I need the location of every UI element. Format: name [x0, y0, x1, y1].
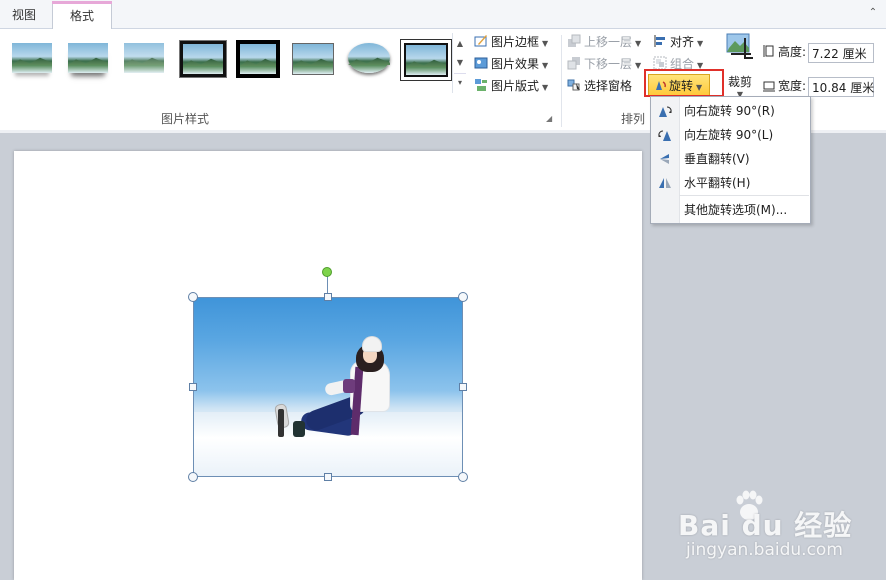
menu-separator [679, 195, 809, 196]
picture-layout-button[interactable]: 图片版式 ▼ [474, 76, 548, 96]
picture-style-thumbnail[interactable] [292, 43, 334, 75]
selection-pane-icon [567, 79, 580, 91]
send-backward-icon [567, 57, 580, 70]
resize-handle-bottom[interactable] [324, 473, 332, 481]
picture-style-thumbnail[interactable] [236, 40, 280, 78]
ribbon-tab-bar: 视图 格式 ⌃ [0, 0, 886, 30]
picture-border-button[interactable]: 图片边框 ▼ [474, 32, 548, 52]
picture-effects-button[interactable]: 图片效果 ▼ [474, 54, 548, 74]
bring-forward-icon [568, 34, 581, 47]
dropdown-arrow-icon: ▼ [697, 39, 704, 48]
bring-forward-label: 上移一层 [584, 35, 633, 49]
tab-format[interactable]: 格式 [52, 1, 112, 30]
resize-handle-right[interactable] [459, 383, 467, 391]
crop-button[interactable]: 裁剪 ▼ [722, 32, 758, 99]
width-input[interactable]: 10.84 厘米 [808, 76, 874, 97]
rotate-highlight-box [644, 69, 724, 97]
resize-handle-bottom-left[interactable] [188, 472, 198, 482]
align-label: 对齐 [670, 35, 695, 49]
picture-layout-icon [475, 79, 487, 91]
height-row: 高度: 7.22 厘米 [762, 41, 875, 63]
gallery-scrollbar: ▲ ▼ ▾ [452, 33, 467, 93]
menu-item-rotate-right-90[interactable]: 向右旋转 90°(R) [651, 99, 810, 123]
flip-horizontal-icon [659, 178, 671, 188]
gallery-more-icon[interactable]: ▾ [454, 73, 466, 92]
picture-effects-icon [474, 57, 488, 69]
gallery-scroll-up-icon[interactable]: ▲ [454, 35, 466, 53]
selection-pane-label: 选择窗格 [584, 79, 633, 93]
dropdown-arrow-icon: ▼ [542, 83, 549, 92]
width-label: 宽度: [778, 79, 807, 93]
watermark-brand: Bai du 经验 [678, 509, 853, 542]
resize-handle-top[interactable] [324, 293, 332, 301]
selection-pane-button[interactable]: 选择窗格 [567, 76, 632, 96]
height-label: 高度: [778, 45, 807, 59]
dropdown-arrow-icon: ▼ [635, 39, 642, 48]
send-backward-label: 下移一层 [584, 57, 633, 71]
rotation-handle[interactable] [322, 267, 332, 277]
menu-item-label: 垂直翻转(V) [684, 152, 750, 166]
crop-icon [726, 33, 753, 59]
picture-style-thumbnail[interactable] [404, 43, 448, 77]
rotate-dropdown-menu: 向右旋转 90°(R) 向左旋转 90°(L) 垂直翻转(V) 水平翻转(H) … [650, 96, 811, 224]
menu-item-label: 向左旋转 90°(L) [684, 128, 774, 142]
baidu-jingyan-watermark: Bai du 经验 jingyan.baidu.com [678, 490, 878, 570]
width-icon [763, 81, 775, 92]
gallery-scroll-down-icon[interactable]: ▼ [454, 54, 466, 72]
menu-item-flip-horizontal[interactable]: 水平翻转(H) [651, 171, 810, 195]
picture-style-thumbnail[interactable] [12, 43, 52, 73]
dropdown-arrow-icon: ▼ [542, 39, 549, 48]
picture-style-thumbnail[interactable] [68, 43, 108, 73]
send-backward-button[interactable]: 下移一层 ▼ [567, 54, 641, 74]
dialog-launcher-icon[interactable]: ◢ [546, 114, 552, 123]
align-icon [654, 35, 665, 47]
selection-frame [193, 297, 463, 477]
menu-item-rotate-left-90[interactable]: 向左旋转 90°(L) [651, 123, 810, 147]
picture-styles-gallery [4, 33, 452, 91]
height-icon [763, 45, 774, 57]
picture-style-thumbnail[interactable] [348, 43, 390, 73]
resize-handle-bottom-right[interactable] [458, 472, 468, 482]
menu-item-label: 向右旋转 90°(R) [684, 104, 775, 118]
picture-style-thumbnail[interactable] [180, 41, 226, 77]
resize-handle-top-left[interactable] [188, 292, 198, 302]
picture-border-icon [474, 35, 487, 47]
menu-item-label: 水平翻转(H) [684, 176, 751, 190]
tab-view[interactable]: 视图 [0, 2, 48, 28]
flip-vertical-icon [660, 154, 669, 164]
group-separator [561, 35, 562, 127]
menu-item-flip-vertical[interactable]: 垂直翻转(V) [651, 147, 810, 171]
rotate-left-90-icon [658, 130, 671, 141]
dropdown-arrow-icon: ▼ [635, 61, 642, 70]
picture-layout-label: 图片版式 [491, 79, 540, 93]
picture-border-label: 图片边框 [491, 35, 540, 49]
menu-item-label: 其他旋转选项(M)... [684, 203, 788, 217]
watermark-url: jingyan.baidu.com [686, 540, 843, 560]
group-objects-icon [653, 56, 667, 70]
resize-handle-top-right[interactable] [458, 292, 468, 302]
menu-item-more-rotation-options[interactable]: 其他旋转选项(M)... [651, 198, 810, 222]
picture-effects-label: 图片效果 [491, 57, 540, 71]
picture-styles-group-label: 图片样式 [160, 112, 209, 126]
collapse-ribbon-icon[interactable]: ⌃ [866, 6, 880, 20]
dropdown-arrow-icon: ▼ [542, 61, 549, 70]
rotate-right-90-icon [659, 106, 672, 117]
resize-handle-left[interactable] [189, 383, 197, 391]
bring-forward-button[interactable]: 上移一层 ▼ [567, 32, 641, 52]
picture-style-thumbnail[interactable] [124, 43, 164, 73]
crop-label: 裁剪 [727, 75, 752, 89]
width-row: 宽度: 10.84 厘米 [762, 75, 874, 97]
height-input[interactable]: 7.22 厘米 [808, 42, 875, 63]
align-button[interactable]: 对齐 ▼ [653, 32, 703, 52]
